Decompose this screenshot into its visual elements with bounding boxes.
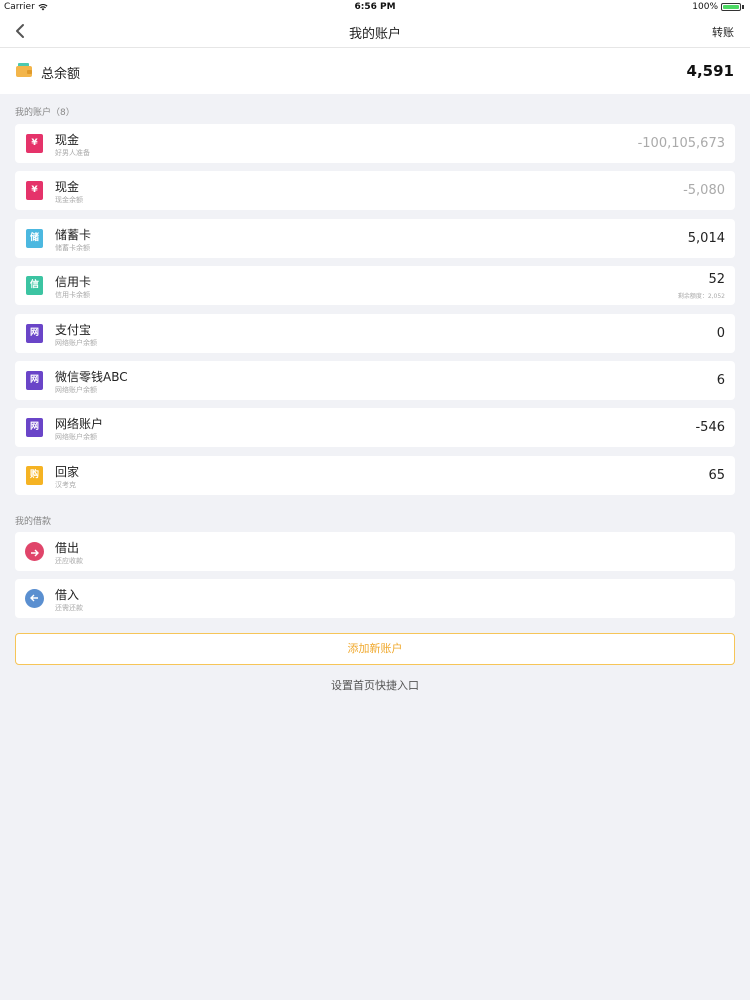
account-name: 网络账户 bbox=[55, 417, 104, 431]
account-name: 支付宝 bbox=[55, 323, 92, 337]
account-subtitle: 网络账户余额 bbox=[55, 433, 97, 441]
account-name: 微信零钱ABC bbox=[55, 370, 128, 384]
account-row[interactable]: 购回家汉考克 65 bbox=[15, 456, 735, 495]
transfer-button[interactable]: 转账 bbox=[712, 24, 734, 40]
account-type-icon: 信 bbox=[26, 276, 43, 295]
account-balance: -5,080 bbox=[683, 183, 725, 198]
lend-out-icon bbox=[25, 542, 44, 561]
accounts-section-title: 我的账户（8） bbox=[15, 108, 75, 118]
battery-percent: 100% bbox=[692, 2, 718, 12]
account-row[interactable]: ¥ 现金现金余额 -5,080 bbox=[15, 171, 735, 210]
battery-tip bbox=[742, 5, 744, 9]
account-balance: -546 bbox=[695, 420, 725, 435]
account-subtitle: 信用卡余额 bbox=[55, 291, 90, 299]
account-balance: 0 bbox=[716, 326, 725, 341]
account-name: 现金 bbox=[55, 133, 80, 147]
account-row[interactable]: 网微信零钱ABC 网络账户余额 6 bbox=[15, 361, 735, 400]
page-title: 我的账户 bbox=[348, 27, 401, 42]
account-name: 回家 bbox=[55, 465, 80, 479]
account-subtitle: 储蓄卡余额 bbox=[55, 244, 90, 252]
battery-icon bbox=[721, 3, 741, 11]
clock: 6:56 PM bbox=[354, 2, 396, 12]
account-type-icon: 网 bbox=[26, 371, 43, 390]
account-type-icon: 网 bbox=[26, 324, 43, 343]
account-name: 现金 bbox=[55, 180, 80, 194]
account-type-icon: ¥ bbox=[26, 181, 43, 200]
loan-subtitle: 还需还款 bbox=[55, 604, 83, 612]
loan-row[interactable]: 借入 还需还款 bbox=[15, 579, 735, 618]
set-home-shortcut-link[interactable]: 设置首页快捷入口 bbox=[0, 677, 750, 693]
loan-subtitle: 还应收款 bbox=[55, 557, 83, 565]
loan-row[interactable]: 借出 还应收款 bbox=[15, 532, 735, 571]
credit-remaining-limit: 剩余额度：2,052 bbox=[677, 293, 725, 300]
account-row[interactable]: 网网络账户网络账户余额 -546 bbox=[15, 408, 735, 447]
account-balance: -100,105,673 bbox=[637, 136, 725, 151]
account-type-icon: 购 bbox=[26, 466, 43, 485]
account-balance: 5,014 bbox=[687, 231, 725, 246]
battery-fill bbox=[723, 5, 739, 9]
account-name: 信用卡 bbox=[55, 275, 92, 289]
account-row[interactable]: 网支付宝网络账户余额 0 bbox=[15, 314, 735, 353]
loan-name: 借出 bbox=[55, 541, 80, 555]
account-subtitle: 现金余额 bbox=[55, 196, 83, 204]
account-type-icon: 储 bbox=[26, 229, 43, 248]
account-subtitle: 网络账户余额 bbox=[55, 386, 97, 394]
account-subtitle: 网络账户余额 bbox=[55, 339, 97, 347]
account-balance: 65 bbox=[708, 468, 725, 483]
battery-indicator: 100% bbox=[692, 2, 744, 12]
nav-bar: 我的账户 转账 bbox=[0, 14, 750, 48]
account-balance: 6 bbox=[716, 373, 725, 388]
account-row[interactable]: 储储蓄卡储蓄卡余额 5,014 bbox=[15, 219, 735, 258]
account-row[interactable]: ¥ 现金好男人准备 -100,105,673 bbox=[15, 124, 735, 163]
account-subtitle: 好男人准备 bbox=[55, 149, 90, 157]
loans-section-title: 我的借款 bbox=[15, 517, 52, 527]
borrow-in-icon bbox=[25, 589, 44, 608]
account-subtitle: 汉考克 bbox=[55, 481, 76, 489]
account-row[interactable]: 信信用卡信用卡余额 52 剩余额度：2,052 bbox=[15, 266, 735, 305]
account-type-icon: ¥ bbox=[26, 134, 43, 153]
status-bar: Carrier 6:56 PM 100% bbox=[0, 0, 750, 14]
account-type-icon: 网 bbox=[26, 418, 43, 437]
add-account-button[interactable]: 添加新账户 bbox=[15, 633, 735, 665]
total-balance-amount: 4,591 bbox=[686, 62, 734, 80]
wallet-icon bbox=[16, 63, 32, 77]
total-balance-label: 总余额 bbox=[41, 67, 81, 82]
account-name: 储蓄卡 bbox=[55, 228, 92, 242]
account-balance: 52 bbox=[708, 272, 725, 287]
total-balance-card: 总余额 4,591 bbox=[0, 48, 750, 94]
loan-name: 借入 bbox=[55, 588, 80, 602]
